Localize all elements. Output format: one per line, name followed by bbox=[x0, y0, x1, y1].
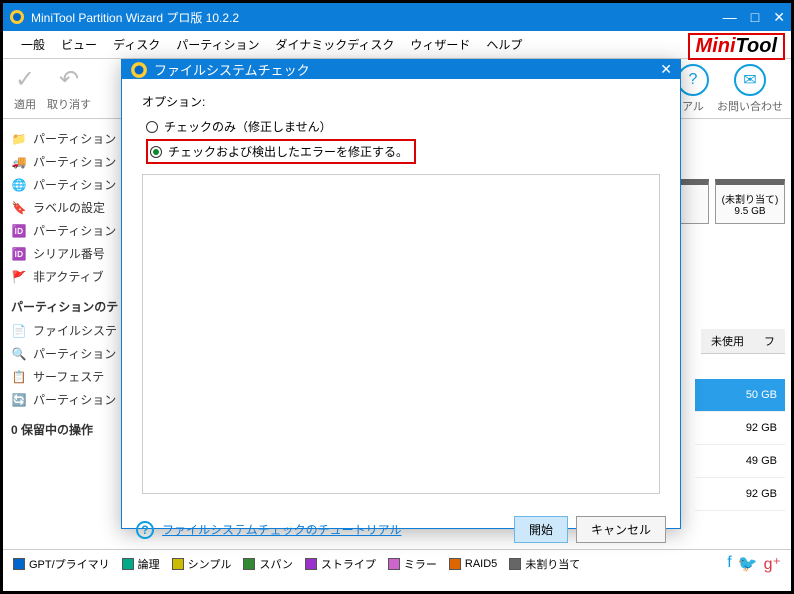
swatch-icon bbox=[509, 558, 521, 570]
dialog-footer: ? ファイルシステムチェックのチュートリアル 開始 キャンセル bbox=[122, 508, 680, 555]
check-icon: ✓ bbox=[11, 66, 39, 94]
contact-button[interactable]: ✉ お問い合わせ bbox=[717, 64, 783, 114]
cancel-button[interactable]: キャンセル bbox=[576, 516, 666, 543]
window-title: MiniTool Partition Wizard プロ版 10.2.2 bbox=[31, 9, 723, 26]
legend-logical: 論理 bbox=[122, 556, 160, 572]
window-controls: — □ ✕ bbox=[723, 9, 785, 26]
col-unused: 未使用 bbox=[701, 329, 754, 353]
option-check-only[interactable]: チェックのみ（修正しません） bbox=[146, 118, 660, 135]
swatch-icon bbox=[13, 558, 25, 570]
logo: MiniTool bbox=[688, 33, 785, 60]
menu-general[interactable]: 一般 bbox=[13, 36, 53, 53]
filesystem-check-dialog: ファイルシステムチェック ✕ オプション: チェックのみ（修正しません） チェッ… bbox=[121, 59, 681, 529]
menu-disk[interactable]: ディスク bbox=[105, 36, 168, 53]
table-row[interactable]: 50 GB bbox=[695, 379, 785, 412]
search-icon: 🔍 bbox=[11, 346, 27, 362]
swatch-icon bbox=[305, 558, 317, 570]
option-check-only-label: チェックのみ（修正しません） bbox=[164, 118, 332, 135]
swatch-icon bbox=[122, 558, 134, 570]
facebook-icon[interactable]: f bbox=[727, 554, 731, 574]
id-icon: 🆔 bbox=[11, 223, 27, 239]
folder-icon: 📁 bbox=[11, 131, 27, 147]
undo-icon: ↶ bbox=[55, 66, 83, 94]
radio-icon bbox=[150, 146, 162, 158]
start-button[interactable]: 開始 bbox=[514, 516, 568, 543]
legend-gpt: GPT/プライマリ bbox=[13, 556, 110, 572]
file-icon: 📄 bbox=[11, 323, 27, 339]
swatch-icon bbox=[388, 558, 400, 570]
move-icon: 🚚 bbox=[11, 154, 27, 170]
app-icon bbox=[9, 9, 25, 25]
dialog-title: ファイルシステムチェック bbox=[154, 60, 660, 79]
legend-span: スパン bbox=[243, 556, 293, 572]
menubar: 一般 ビュー ディスク パーティション ダイナミックディスク ウィザード ヘルプ… bbox=[3, 31, 791, 59]
option-check-fix[interactable]: チェックおよび検出したエラーを修正する。 bbox=[146, 139, 660, 164]
legend-simple: シンプル bbox=[172, 556, 232, 572]
table-row[interactable]: 49 GB bbox=[695, 445, 785, 478]
legend-raid5: RAID5 bbox=[449, 558, 497, 570]
apply-label: 適用 bbox=[14, 96, 36, 112]
option-check-fix-label: チェックおよび検出したエラーを修正する。 bbox=[168, 143, 408, 160]
menu-partition[interactable]: パーティション bbox=[168, 36, 267, 53]
menu-help[interactable]: ヘルプ bbox=[478, 36, 530, 53]
undo-button[interactable]: ↶ 取り消す bbox=[47, 66, 91, 112]
disk-box-1[interactable]: (未割り当て)9.5 GB bbox=[715, 179, 785, 224]
maximize-button[interactable]: □ bbox=[751, 9, 759, 26]
close-button[interactable]: ✕ bbox=[773, 9, 785, 26]
legend-mirror: ミラー bbox=[388, 556, 437, 572]
manual-button[interactable]: ? アル bbox=[677, 64, 709, 114]
menu-view[interactable]: ビュー bbox=[53, 36, 105, 53]
mail-icon: ✉ bbox=[734, 64, 766, 96]
log-output bbox=[142, 174, 660, 494]
flag-icon: 🚩 bbox=[11, 269, 27, 285]
radio-icon bbox=[146, 121, 158, 133]
table-header: 未使用 フ bbox=[701, 329, 785, 354]
help-icon[interactable]: ? bbox=[136, 521, 154, 539]
undo-label: 取り消す bbox=[47, 96, 91, 112]
swatch-icon bbox=[449, 558, 461, 570]
legend-stripe: ストライプ bbox=[305, 556, 376, 572]
label-icon: 🔖 bbox=[11, 200, 27, 216]
reload-icon: 🔄 bbox=[11, 392, 27, 408]
swatch-icon bbox=[243, 558, 255, 570]
table-row[interactable]: 92 GB bbox=[695, 412, 785, 445]
apply-button[interactable]: ✓ 適用 bbox=[11, 66, 39, 112]
manual-label: アル bbox=[682, 98, 704, 114]
swatch-icon bbox=[172, 558, 184, 570]
globe-icon: 🌐 bbox=[11, 177, 27, 193]
contact-label: お問い合わせ bbox=[717, 98, 783, 114]
clipboard-icon: 📋 bbox=[11, 369, 27, 385]
legend-unalloc: 未割り当て bbox=[509, 556, 580, 572]
dialog-icon bbox=[130, 61, 148, 79]
tutorial-link[interactable]: ファイルシステムチェックのチュートリアル bbox=[162, 521, 402, 538]
dialog-body: オプション: チェックのみ（修正しません） チェックおよび検出したエラーを修正す… bbox=[122, 79, 680, 508]
table-rows: 50 GB 92 GB 49 GB 92 GB bbox=[695, 379, 785, 511]
id-icon: 🆔 bbox=[11, 246, 27, 262]
social-icons: f 🐦 g⁺ bbox=[727, 554, 781, 574]
minimize-button[interactable]: — bbox=[723, 9, 737, 26]
gplus-icon[interactable]: g⁺ bbox=[764, 554, 781, 574]
titlebar: MiniTool Partition Wizard プロ版 10.2.2 — □… bbox=[3, 3, 791, 31]
options-label: オプション: bbox=[142, 93, 660, 110]
help-icon: ? bbox=[677, 64, 709, 96]
twitter-icon[interactable]: 🐦 bbox=[738, 554, 758, 574]
menu-dynamic-disk[interactable]: ダイナミックディスク bbox=[267, 36, 402, 53]
col-fs: フ bbox=[754, 329, 785, 353]
dialog-close-button[interactable]: ✕ bbox=[660, 61, 672, 78]
dialog-titlebar: ファイルシステムチェック ✕ bbox=[122, 60, 680, 79]
menu-wizard[interactable]: ウィザード bbox=[402, 36, 478, 53]
table-row[interactable]: 92 GB bbox=[695, 478, 785, 511]
